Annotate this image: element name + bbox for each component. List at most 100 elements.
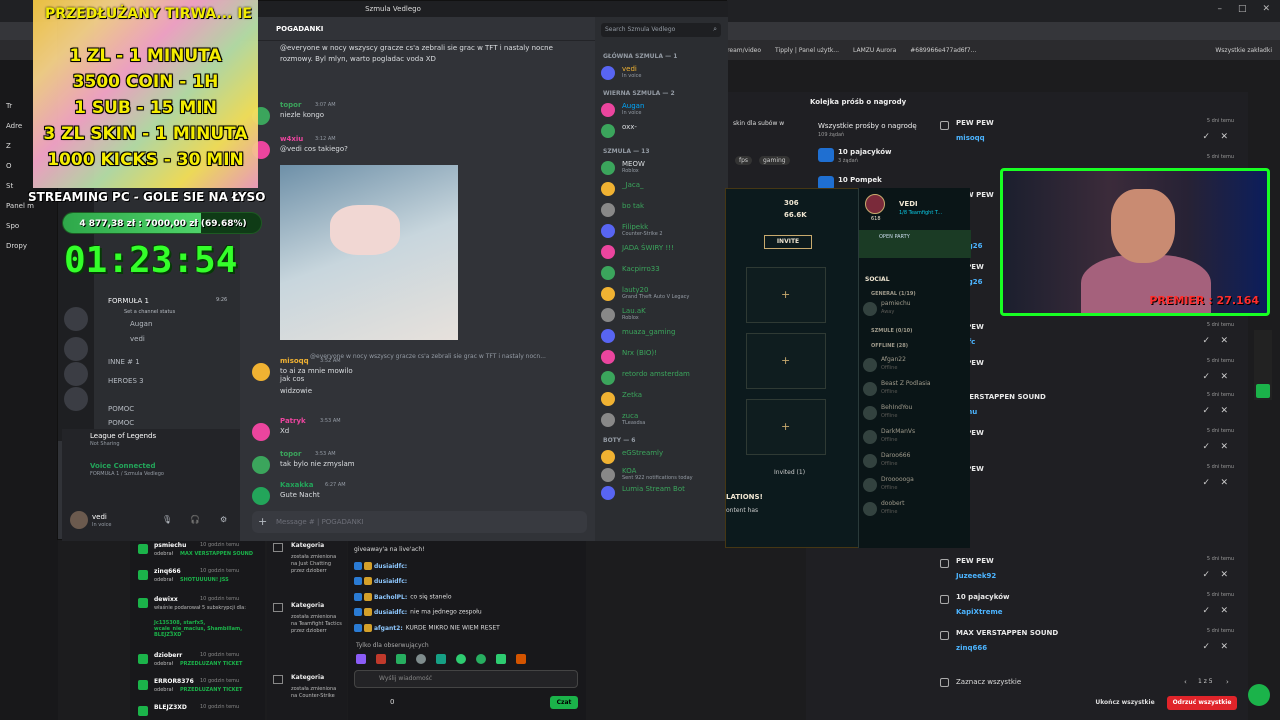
member-group-header[interactable]: WIERNA SZMULA — 2 [603, 90, 675, 97]
group-offline[interactable]: OFFLINE (28) [871, 343, 908, 349]
friend-item[interactable]: BehIndYou Offline [863, 404, 969, 424]
help-icon[interactable] [1248, 684, 1270, 706]
approve-icon[interactable]: ✓ [1202, 606, 1210, 616]
member-item[interactable]: Kacpirro33 [601, 265, 725, 281]
message-author[interactable]: topor [280, 101, 301, 109]
emote-icon[interactable] [456, 654, 466, 664]
avatar[interactable] [252, 487, 270, 505]
member-item[interactable]: Lau.aK Roblox [601, 307, 725, 323]
row-checkbox[interactable] [940, 121, 949, 130]
explore-icon[interactable] [64, 387, 88, 411]
member-item[interactable]: Augan In voice [601, 102, 725, 118]
queue-all-label[interactable]: Wszystkie prośby o nagrodę [818, 122, 917, 130]
event-user[interactable]: ERROR8376 [154, 678, 194, 685]
chat-input[interactable]: Wyślij wiadomość [354, 670, 578, 688]
member-group-header[interactable]: GŁÓWNA SZMULA — 1 [603, 53, 677, 60]
emote-icon[interactable] [376, 654, 386, 664]
channel-item[interactable]: POMOC [108, 405, 134, 413]
sidebar-item[interactable]: Tr [6, 102, 12, 110]
friend-item[interactable]: Droooooga Offline [863, 476, 969, 496]
friend-item[interactable]: DarkManVs Offline [863, 428, 969, 448]
approve-icon[interactable]: ✓ [1202, 478, 1210, 488]
channel-item[interactable]: FORMUŁA 1 [108, 297, 149, 305]
bookmark-item[interactable]: #689966e477ad6f7... [910, 47, 976, 54]
member-item[interactable]: lauty20 Grand Theft Auto V Legacy [601, 286, 725, 302]
sidebar-item[interactable]: Adre [6, 122, 22, 130]
window-controls[interactable]: – □ ✕ [1217, 4, 1270, 14]
party-slot[interactable]: + [746, 399, 826, 455]
sidebar-item[interactable]: Z [6, 142, 11, 150]
close-icon[interactable]: ✕ [1262, 4, 1270, 14]
member-item[interactable]: Lumia Stream Bot [601, 485, 725, 501]
member-group-header[interactable]: SZMULA — 13 [603, 148, 650, 155]
minimize-icon[interactable]: – [1217, 4, 1222, 14]
member-item[interactable]: oxx- [601, 123, 725, 139]
search-input[interactable]: Search Szmula Vedlego ⌕ [601, 23, 721, 37]
channel-item[interactable]: INNE # 1 [108, 358, 140, 366]
party-slot[interactable]: + [746, 333, 826, 389]
emote-icon[interactable] [516, 654, 526, 664]
chat-user[interactable]: BacholPL: [374, 594, 407, 601]
add-server-icon[interactable] [64, 362, 88, 386]
member-item[interactable]: Filipekk Counter-Strike 2 [601, 223, 725, 239]
event-user[interactable]: dzioberr [154, 652, 182, 659]
message-image[interactable] [280, 165, 458, 340]
reject-icon[interactable]: ✕ [1220, 132, 1228, 142]
prev-page-icon[interactable]: ‹ [1184, 678, 1187, 686]
channel-item[interactable]: POMOC [108, 419, 134, 427]
avatar[interactable] [252, 456, 270, 474]
bookmark-item[interactable]: LAMZU Aurora [853, 47, 896, 54]
reject-icon[interactable]: ✕ [1220, 442, 1228, 452]
reject-icon[interactable]: ✕ [1220, 406, 1228, 416]
sidebar-item[interactable]: St [6, 182, 13, 190]
group-szmule[interactable]: SZMULE (0/10) [871, 328, 912, 334]
member-item[interactable]: JADA ŚWIRY !!! [601, 244, 725, 260]
emote-icon[interactable] [436, 654, 446, 664]
maximize-icon[interactable]: □ [1238, 4, 1247, 14]
message-input[interactable]: + Message # | POGADANKI [252, 511, 587, 533]
select-all-label[interactable]: Zaznacz wszystkie [956, 678, 1021, 686]
message-author[interactable]: w4xiu [280, 135, 303, 143]
toolbar-icon[interactable] [1256, 384, 1270, 398]
message-author[interactable]: Kaxakka [280, 481, 313, 489]
member-item[interactable]: Zetka [601, 391, 725, 407]
message-author[interactable]: misoqq [280, 357, 309, 365]
message-author[interactable]: Patryk [280, 417, 306, 425]
member-item[interactable]: retordo amsterdam [601, 370, 725, 386]
member-item[interactable]: vedi In voice [601, 65, 725, 81]
channel-item[interactable]: Augan [130, 320, 152, 328]
reply-preview[interactable]: @everyone w nocy wszyscy gracze cs'a zeb… [310, 353, 590, 360]
chat-user[interactable]: afgant2: [374, 625, 403, 632]
server-icon[interactable] [64, 337, 88, 361]
emote-icon[interactable] [396, 654, 406, 664]
reject-icon[interactable]: ✕ [1220, 336, 1228, 346]
bookmark-item[interactable]: Tipply | Panel użytk... [775, 47, 839, 54]
add-attachment-icon[interactable]: + [258, 515, 267, 528]
emote-icon[interactable] [476, 654, 486, 664]
member-item[interactable]: KOA Sent 922 notifications today [601, 467, 725, 483]
member-item[interactable]: muaza_gaming [601, 328, 725, 344]
chat-send-button[interactable]: Czat [550, 696, 578, 709]
next-page-icon[interactable]: › [1226, 678, 1229, 686]
member-item[interactable]: eGStreamly [601, 449, 725, 465]
reject-icon[interactable]: ✕ [1220, 570, 1228, 580]
chat-user[interactable]: dusiaidfc: [374, 578, 407, 585]
member-item[interactable]: zuca TLeasdsa [601, 412, 725, 428]
invite-button[interactable]: INVITE [764, 235, 812, 249]
all-bookmarks-link[interactable]: Wszystkie zakładki [1215, 47, 1272, 54]
row-checkbox[interactable] [940, 631, 949, 640]
reject-icon[interactable]: ✕ [1220, 372, 1228, 382]
complete-all-button[interactable]: Ukończ wszystkie [1090, 696, 1160, 710]
approve-icon[interactable]: ✓ [1202, 642, 1210, 652]
player-avatar[interactable] [865, 194, 885, 214]
approve-icon[interactable]: ✓ [1202, 406, 1210, 416]
row-checkbox[interactable] [940, 559, 949, 568]
party-slot[interactable]: + [746, 267, 826, 323]
message-author[interactable]: topor [280, 450, 301, 458]
reward-name[interactable]: 10 Pompek [838, 176, 882, 184]
reject-icon[interactable]: ✕ [1220, 606, 1228, 616]
event-user[interactable]: dewixx [154, 596, 178, 603]
member-item[interactable]: MEOW Roblox [601, 160, 725, 176]
friend-item[interactable]: Daroo666 Offline [863, 452, 969, 472]
sidebar-item[interactable]: O [6, 162, 12, 170]
